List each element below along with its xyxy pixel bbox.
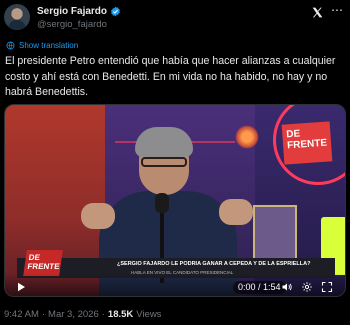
speaker-right-hand — [219, 199, 253, 225]
avatar[interactable] — [4, 4, 30, 30]
tweet-header: Sergio Fajardo @sergio_fajardo ⋯ — [4, 4, 346, 36]
views-label: Views — [136, 309, 162, 320]
tweet-time[interactable]: 9:42 AM — [4, 309, 39, 320]
tweet-text: El presidente Petro entendió que había q… — [5, 55, 336, 98]
tweet-date[interactable]: Mar 3, 2026 — [48, 309, 99, 320]
wall-painting — [253, 205, 297, 261]
speaker-left-hand — [81, 203, 115, 229]
globe-icon — [6, 41, 15, 50]
settings-icon[interactable] — [301, 281, 313, 293]
meta-separator: · — [101, 309, 105, 320]
show-translation-label: Show translation — [19, 41, 79, 50]
speaker-glasses — [141, 157, 187, 167]
meta-separator: · — [41, 309, 46, 320]
show-translation-link[interactable]: Show translation — [6, 41, 78, 50]
volume-icon[interactable] — [281, 281, 293, 293]
author-handle[interactable]: @sergio_fajardo — [37, 19, 107, 30]
views-count: 18.5K — [107, 309, 134, 320]
microphone — [155, 193, 169, 213]
lower-third-headline: ¿SERGIO FAJARDO LE PODRÍA GANAR A CEPEDA… — [117, 261, 311, 267]
verified-badge-icon — [111, 6, 120, 16]
fullscreen-icon[interactable] — [321, 281, 333, 293]
show-logo: DE FRENTE — [281, 121, 333, 165]
author-name-row: Sergio Fajardo — [37, 4, 121, 18]
author-name[interactable]: Sergio Fajardo — [37, 6, 107, 17]
x-logo-icon[interactable] — [311, 6, 324, 19]
video-controls-bar — [5, 273, 345, 296]
more-icon[interactable]: ⋯ — [330, 4, 344, 18]
play-icon[interactable] — [15, 281, 27, 293]
video-player[interactable]: DE FRENTE DE FRENTE ¿SERGIO FAJARDO LE P… — [4, 104, 346, 297]
tweet-meta: 9:42 AM · Mar 3, 2026 · 18.5K Views — [4, 309, 161, 320]
video-time-display: 0:00 / 1:54 — [233, 281, 286, 294]
speaker-hair — [135, 127, 193, 157]
